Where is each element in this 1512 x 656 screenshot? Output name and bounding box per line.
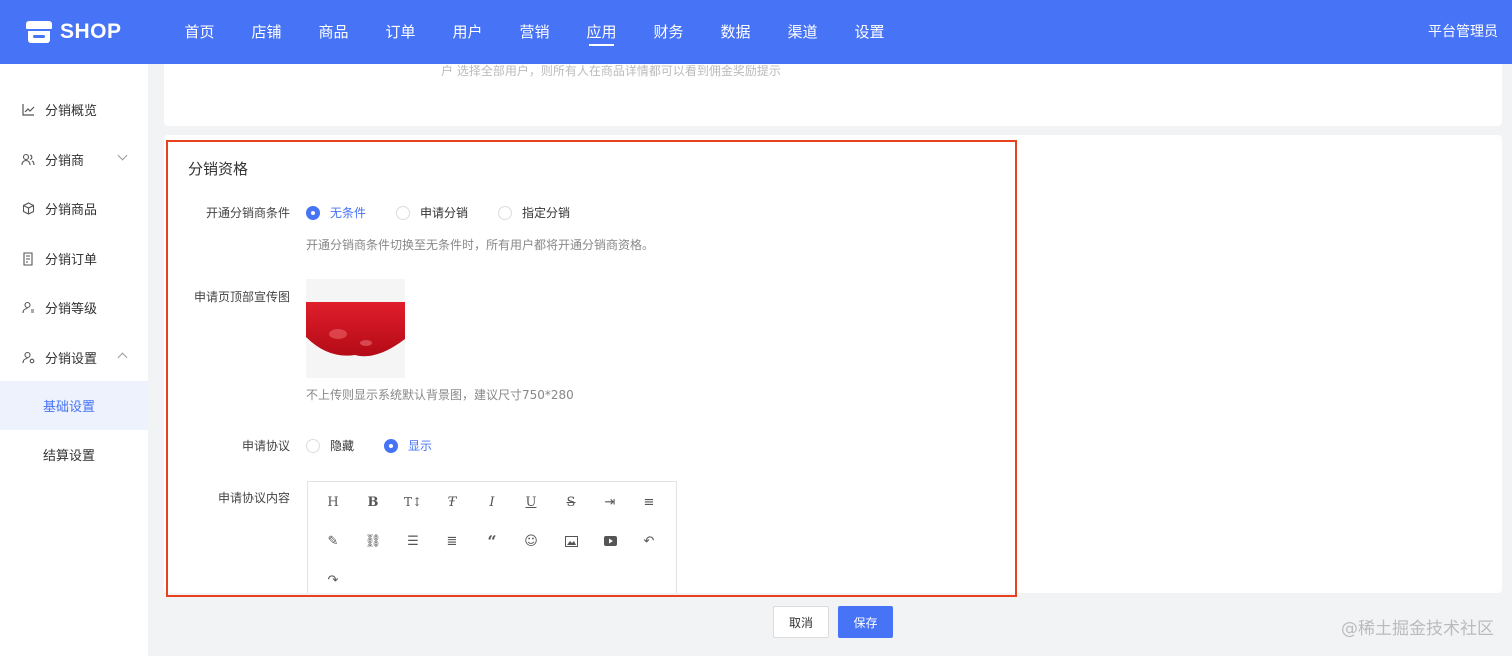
radio-dot	[498, 205, 513, 220]
watermark: @稀土掘金技术社区	[1341, 619, 1494, 639]
sidebar-sub-settlement-settings[interactable]: 结算设置	[0, 430, 148, 479]
radio-show[interactable]: 显示	[384, 437, 432, 454]
radio-dot	[306, 438, 320, 453]
undo-icon[interactable]: ↶	[639, 531, 659, 551]
section-title: 分销资格	[188, 160, 249, 178]
sidebar-sub-basic-settings[interactable]: 基础设置	[0, 381, 148, 430]
nav-apps[interactable]: 应用	[568, 0, 635, 64]
cancel-button[interactable]: 取消	[773, 606, 829, 638]
emoji-icon[interactable]: ☺	[521, 531, 541, 551]
banner-thumbnail	[306, 279, 405, 378]
nav-channels[interactable]: 渠道	[769, 0, 836, 64]
chart-line-icon	[21, 103, 35, 117]
font-size-icon[interactable]: T↕	[403, 492, 423, 512]
users-icon	[21, 153, 35, 167]
link-icon[interactable]: ⛓	[363, 531, 383, 551]
nav-marketing[interactable]: 营销	[501, 0, 568, 64]
nav-store[interactable]: 店铺	[233, 0, 300, 64]
top-navbar: SHOP 首页 店铺 商品 订单 用户 营销 应用 财务 数据 渠道 设置 平台…	[0, 0, 1512, 64]
sidebar-item-distributors[interactable]: 分销商	[0, 135, 148, 184]
radio-dot	[306, 205, 320, 220]
agreement-radio-group: 隐藏 显示	[306, 437, 462, 454]
align-icon[interactable]: ≡	[639, 492, 659, 512]
sidebar-item-label: 分销订单	[45, 253, 98, 268]
sidebar-item-overview[interactable]: 分销概览	[0, 85, 148, 134]
pen-icon[interactable]: ✎	[323, 531, 343, 551]
save-button[interactable]: 保存	[838, 606, 893, 638]
nav-products[interactable]: 商品	[300, 0, 367, 64]
sidebar-item-levels[interactable]: 分销等级	[0, 283, 148, 332]
main-nav: 首页 店铺 商品 订单 用户 营销 应用 财务 数据 渠道 设置	[166, 0, 903, 64]
sidebar-item-settings[interactable]: 分销设置	[0, 333, 148, 382]
shop-logo-icon	[26, 21, 52, 43]
order-icon	[21, 251, 35, 266]
nav-users[interactable]: 用户	[434, 0, 501, 64]
content-label: 申请协议内容	[217, 491, 290, 505]
sidebar-item-label: 分销商品	[45, 203, 98, 218]
nav-data[interactable]: 数据	[702, 0, 769, 64]
banner-label: 申请页顶部宣传图	[193, 290, 290, 304]
radio-assigned[interactable]: 指定分销	[498, 204, 570, 221]
nav-orders[interactable]: 订单	[367, 0, 434, 64]
banner-hint: 不上传则显示系统默认背景图，建议尺寸750*280	[306, 388, 574, 402]
sidebar-item-orders[interactable]: 分销订单	[0, 234, 148, 283]
condition-label: 开通分销商条件	[205, 206, 290, 220]
heading-icon[interactable]: H	[323, 492, 343, 512]
underline-icon[interactable]: U	[521, 492, 541, 512]
radio-dot	[384, 438, 399, 453]
chevron-down-icon	[117, 150, 128, 161]
previous-section-card: 户 选择全部用户，则所有人在商品详情都可以看到佣金奖励提示	[164, 64, 1502, 126]
redo-icon[interactable]: ↷	[323, 570, 343, 590]
sidebar-item-products[interactable]: 分销商品	[0, 184, 148, 233]
box-icon	[21, 202, 35, 216]
logo[interactable]: SHOP	[0, 20, 166, 44]
strikethrough-icon[interactable]: S	[561, 492, 581, 512]
nav-home[interactable]: 首页	[166, 0, 233, 64]
video-icon[interactable]	[600, 531, 620, 551]
banner-upload-image[interactable]	[306, 279, 405, 378]
radio-apply[interactable]: 申请分销	[396, 204, 468, 221]
sidebar-item-label: 分销概览	[45, 104, 98, 119]
radio-no-condition[interactable]: 无条件	[306, 204, 366, 221]
condition-hint: 开通分销商条件切换至无条件时，所有用户都将开通分销商资格。	[306, 238, 655, 252]
sidebar-item-label: 分销商	[45, 154, 85, 169]
sidebar-item-label: 分销设置	[45, 352, 98, 367]
chevron-up-icon	[117, 352, 128, 363]
quote-icon[interactable]: “	[482, 531, 502, 551]
agreement-label: 申请协议	[241, 439, 290, 453]
user-level-icon	[21, 301, 35, 315]
strikethrough-font-icon[interactable]: Ŧ	[442, 492, 462, 512]
bold-icon[interactable]: B	[363, 492, 383, 512]
admin-menu[interactable]: 平台管理员	[1428, 0, 1498, 64]
radio-dot	[396, 205, 411, 220]
radio-hide[interactable]: 隐藏	[306, 437, 354, 454]
list-icon[interactable]: ☰	[403, 531, 423, 551]
sidebar: 分销概览 分销商 分销商品 分销订单 分销等级 分销设置 基础设置 结算设置	[0, 64, 148, 656]
nav-finance[interactable]: 财务	[635, 0, 702, 64]
nav-settings[interactable]: 设置	[836, 0, 903, 64]
previous-section-hint: 户 选择全部用户，则所有人在商品详情都可以看到佣金奖励提示	[441, 64, 781, 78]
indent-icon[interactable]: ⇥	[600, 492, 620, 512]
rich-text-editor[interactable]: H B T↕ Ŧ I U S ⇥ ≡ ✎ ⛓ ☰ ≣ “ ☺ ↶ ↷	[307, 481, 677, 593]
sidebar-item-label: 分销等级	[45, 302, 98, 317]
italic-icon[interactable]: I	[482, 492, 502, 512]
justify-icon[interactable]: ≣	[442, 531, 462, 551]
logo-text: SHOP	[60, 20, 122, 43]
image-icon[interactable]	[561, 531, 581, 551]
user-settings-icon	[21, 351, 35, 365]
condition-radio-group: 无条件 申请分销 指定分销	[306, 204, 600, 221]
